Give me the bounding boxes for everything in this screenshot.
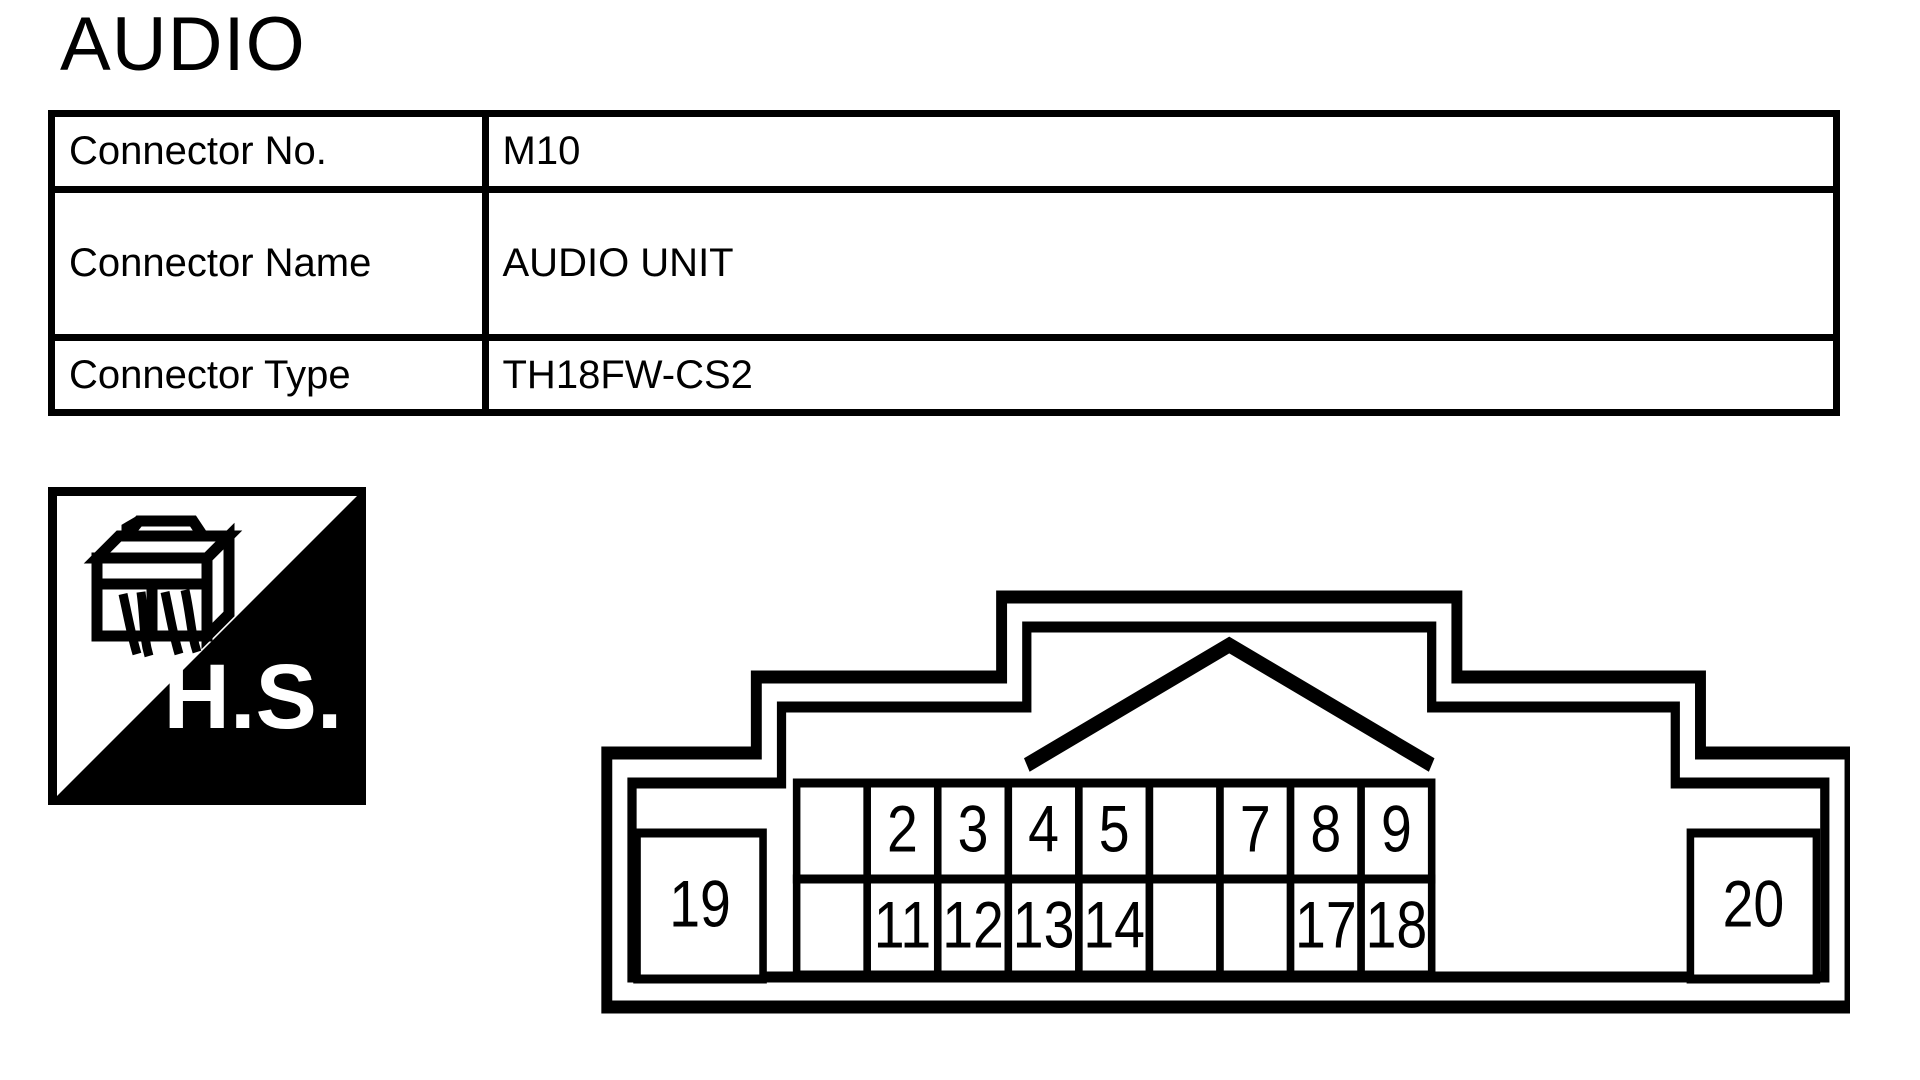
connector-info-table: Connector No. M10 Connector Name AUDIO U… — [48, 110, 1840, 416]
pin-number-label: 8 — [1310, 792, 1341, 866]
connector-type-value: TH18FW-CS2 — [502, 352, 753, 397]
pin-number-label: 4 — [1028, 792, 1059, 866]
pin-cell-bottom-0 — [792, 874, 871, 980]
table-row: Connector Type TH18FW-CS2 — [55, 337, 1833, 409]
page-title: AUDIO — [60, 2, 306, 87]
connector-no-label: Connector No. — [55, 117, 489, 193]
pin-number-label: 11 — [874, 888, 932, 962]
pin-number-label: 18 — [1366, 888, 1428, 962]
pin-cell-top-0 — [792, 778, 871, 884]
pin-number-label: 5 — [1099, 792, 1130, 866]
connector-harness-icon — [83, 515, 243, 650]
connector-name-label: Connector Name — [55, 189, 489, 341]
pin-number-label: 14 — [1083, 888, 1145, 962]
pin-number-label: 9 — [1381, 792, 1412, 866]
connector-pinout-diagram: 19 2 11 3 12 4 13 5 14 7 8 17 9 18 20 — [590, 585, 1850, 1025]
pin-number-label: 17 — [1295, 888, 1357, 962]
connector-name-value: AUDIO UNIT — [485, 189, 1833, 341]
pin-cell-top-5 — [1145, 778, 1224, 884]
pin-number-label: 7 — [1240, 792, 1271, 866]
pin-number-label: 13 — [1013, 888, 1075, 962]
connector-no-value: M10 — [485, 117, 1833, 193]
hs-badge: H.S. — [48, 487, 366, 805]
pin-number-label: 2 — [887, 792, 918, 866]
pin-number-label: 3 — [958, 792, 989, 866]
pin-number-label: 19 — [669, 867, 731, 941]
pin-cell-bottom-6 — [1216, 874, 1295, 980]
pin-number-label: 20 — [1723, 867, 1785, 941]
pin-cell-bottom-5 — [1145, 874, 1224, 980]
connector-key-notch-icon — [1023, 636, 1435, 772]
connector-pin-grid: 19 2 11 3 12 4 13 5 14 7 8 17 9 18 20 — [633, 778, 1821, 984]
pin-number-label: 12 — [942, 888, 1004, 962]
hs-badge-label: H.S. — [164, 646, 343, 748]
table-row: Connector No. M10 — [55, 117, 1833, 193]
connector-type-label: Connector Type — [55, 337, 489, 409]
table-row: Connector Name AUDIO UNIT — [55, 189, 1833, 341]
